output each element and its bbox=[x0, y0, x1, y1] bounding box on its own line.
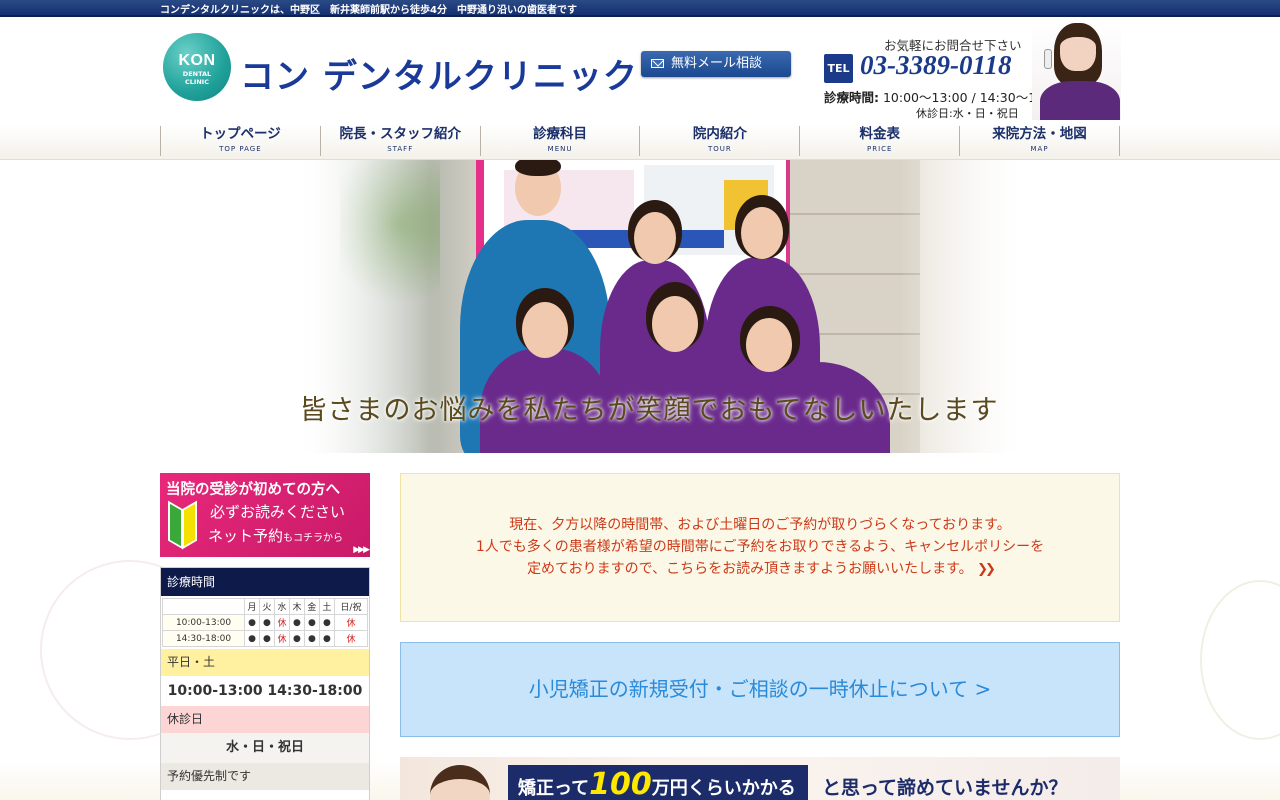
nav-label: 院長・スタッフ紹介 bbox=[339, 126, 461, 142]
time-slot: 14:30-18:00 bbox=[162, 630, 245, 647]
first-visit-line1: 当院の受診が初めての方へ bbox=[166, 482, 340, 498]
day-header: 金 bbox=[303, 598, 320, 615]
clinic-name[interactable]: コン デンタルクリニック bbox=[240, 49, 638, 98]
net-reserve-small: もコチラ bbox=[283, 533, 324, 544]
day-header: 木 bbox=[288, 598, 305, 615]
slot-cell: ● bbox=[258, 614, 275, 631]
net-reserve-text: ネット予約 bbox=[208, 527, 284, 545]
header-hours: 診療時間: 10:00〜13:00 / 14:30〜18:00 bbox=[824, 87, 1064, 106]
first-visit-line3: ネット予約もコチラから bbox=[208, 525, 343, 546]
slot-cell: ● bbox=[318, 630, 335, 647]
nav-label: 料金表 bbox=[859, 126, 900, 142]
hero-caption: 皆さまのお悩みを私たちが笑顔でおもてなしいたします bbox=[299, 395, 999, 426]
notice-line3: 定めておりますので、こちらをお読み頂きますようお願いいたします。 ❯❯ bbox=[401, 558, 1119, 581]
nav-sublabel: TOUR bbox=[708, 145, 732, 153]
mail-consult-label: 無料メール相談 bbox=[671, 56, 763, 71]
logo-clinic-text: CLINIC bbox=[185, 78, 209, 86]
promo-post: 万円くらいかかる bbox=[651, 778, 796, 799]
nav-sublabel: MAP bbox=[1030, 145, 1049, 153]
slot-cell: 休 bbox=[333, 614, 369, 631]
slot-cell: ● bbox=[303, 630, 320, 647]
hours-box: 診療時間 月 火 水 木 金 土 日/祝 10:00-13:00 ● ● 休 ●… bbox=[160, 567, 370, 800]
promo-tagline: と思って諦めていませんか？ bbox=[822, 777, 1068, 799]
top-info-text: コンデンタルクリニックは、中野区 新井薬師前駅から徒歩4分 中野通り沿いの歯医者… bbox=[160, 5, 577, 16]
promo-person-photo bbox=[430, 765, 490, 800]
slot-cell: 休 bbox=[333, 630, 369, 647]
weekday-label: 平日・土 bbox=[161, 649, 369, 676]
day-header: 土 bbox=[318, 598, 335, 615]
header-hours-label: 診療時間: bbox=[824, 90, 879, 105]
net-reserve-tail: から bbox=[323, 533, 344, 544]
weekday-hours: 10:00-13:00 14:30-18:00 bbox=[161, 676, 369, 706]
notice-line3-text: 定めておりますので、こちらをお読み頂きますようお願いいたします。 bbox=[527, 561, 973, 577]
receptionist-photo bbox=[1032, 19, 1121, 120]
triple-arrow-icon: ▶▶▶ bbox=[353, 545, 370, 555]
nav-item-price[interactable]: 料金表 PRICE bbox=[799, 126, 959, 156]
nav-sublabel: TOP PAGE bbox=[219, 145, 262, 153]
double-chevron-icon: ❯❯ bbox=[977, 562, 996, 577]
hours-table: 月 火 水 木 金 土 日/祝 10:00-13:00 ● ● 休 ● ● ● … bbox=[162, 598, 369, 647]
closed-days: 水・日・祝日 bbox=[161, 733, 369, 763]
header-closed-days: 休診日:水・日・祝日 bbox=[916, 107, 1019, 120]
mail-icon bbox=[651, 59, 664, 68]
global-nav: トップページ TOP PAGE 院長・スタッフ紹介 STAFF 診療科目 MEN… bbox=[0, 124, 1280, 160]
nav-sublabel: STAFF bbox=[387, 145, 414, 153]
logo-dental-text: DENTAL bbox=[182, 70, 212, 78]
closed-label: 休診日 bbox=[161, 706, 369, 733]
time-slot: 10:00-13:00 bbox=[162, 614, 245, 631]
nav-item-menu[interactable]: 診療科目 MENU bbox=[479, 126, 640, 156]
promo-dark-box: 矯正って100万円くらいかかる bbox=[508, 765, 808, 800]
top-info-bar: コンデンタルクリニックは、中野区 新井薬師前駅から徒歩4分 中野通り沿いの歯医者… bbox=[0, 0, 1280, 17]
table-row: 14:30-18:00 ● ● 休 ● ● ● 休 bbox=[162, 630, 369, 647]
site-header: KON DENTAL CLINIC コン デンタルクリニック 無料メール相談 お… bbox=[0, 19, 1280, 124]
tel-badge: TEL bbox=[824, 54, 853, 83]
slot-cell: ● bbox=[244, 630, 260, 647]
hero-banner: 皆さまのお悩みを私たちが笑顔でおもてなしいたします bbox=[0, 160, 1280, 453]
promo-big-number: 100 bbox=[589, 767, 652, 800]
day-header: 日/祝 bbox=[333, 598, 369, 615]
hours-title: 診療時間 bbox=[161, 568, 369, 596]
first-visit-banner[interactable]: 当院の受診が初めての方へ 必ずお読みください ネット予約もコチラから ▶▶▶ bbox=[160, 473, 370, 557]
first-visit-line2: 必ずお読みください bbox=[210, 503, 346, 521]
slot-cell: 休 bbox=[273, 614, 290, 631]
reservation-note: 予約優先制です bbox=[161, 763, 369, 790]
tel-number[interactable]: 03-3389-0118 bbox=[860, 50, 1012, 81]
nav-label: 来院方法・地図 bbox=[992, 126, 1087, 142]
nav-label: 診療科目 bbox=[533, 126, 588, 142]
nav-label: トップページ bbox=[200, 126, 281, 142]
slot-cell: ● bbox=[244, 614, 260, 631]
sakura-decoration-right bbox=[1200, 580, 1280, 740]
table-corner bbox=[162, 598, 245, 615]
slot-cell: 休 bbox=[273, 630, 290, 647]
slot-cell: ● bbox=[288, 614, 305, 631]
slot-cell: ● bbox=[288, 630, 305, 647]
promo-pre: 矯正って bbox=[518, 778, 590, 799]
cancel-policy-notice[interactable]: 現在、夕方以降の時間帯、および土曜日のご予約が取りづらくなっております。 1人で… bbox=[400, 473, 1120, 622]
table-row: 10:00-13:00 ● ● 休 ● ● ● 休 bbox=[162, 614, 369, 631]
ortho-promo-banner[interactable]: 矯正って100万円くらいかかる と思って諦めていませんか？ bbox=[400, 757, 1120, 800]
nav-item-top[interactable]: トップページ TOP PAGE bbox=[160, 126, 320, 156]
day-header: 火 bbox=[258, 598, 275, 615]
pediatric-ortho-notice-link[interactable]: 小児矯正の新規受付・ご相談の一時休止について > bbox=[400, 642, 1120, 737]
notice-line2: 1人でも多くの患者様が希望の時間帯にご予約をお取りできるよう、キャンセルポリシー… bbox=[475, 539, 1045, 555]
mail-consult-button[interactable]: 無料メール相談 bbox=[641, 51, 791, 77]
notice-line1: 現在、夕方以降の時間帯、および土曜日のご予約が取りづらくなっております。 bbox=[509, 517, 1011, 533]
slot-cell: ● bbox=[318, 614, 335, 631]
slot-cell: ● bbox=[258, 630, 275, 647]
nav-sublabel: MENU bbox=[547, 145, 573, 153]
table-header-row: 月 火 水 木 金 土 日/祝 bbox=[162, 598, 369, 615]
day-header: 月 bbox=[244, 598, 260, 615]
nav-item-map[interactable]: 来院方法・地図 MAP bbox=[959, 126, 1120, 156]
nav-sublabel: PRICE bbox=[866, 145, 893, 153]
day-header: 水 bbox=[273, 598, 290, 615]
nav-item-tour[interactable]: 院内紹介 TOUR bbox=[639, 126, 799, 156]
nav-label: 院内紹介 bbox=[692, 126, 747, 142]
logo-kon-text: KON bbox=[178, 52, 216, 69]
beginner-mark-icon bbox=[168, 500, 198, 550]
clinic-logo[interactable]: KON DENTAL CLINIC bbox=[163, 33, 231, 101]
slot-cell: ● bbox=[303, 614, 320, 631]
nav-item-staff[interactable]: 院長・スタッフ紹介 STAFF bbox=[319, 126, 480, 156]
